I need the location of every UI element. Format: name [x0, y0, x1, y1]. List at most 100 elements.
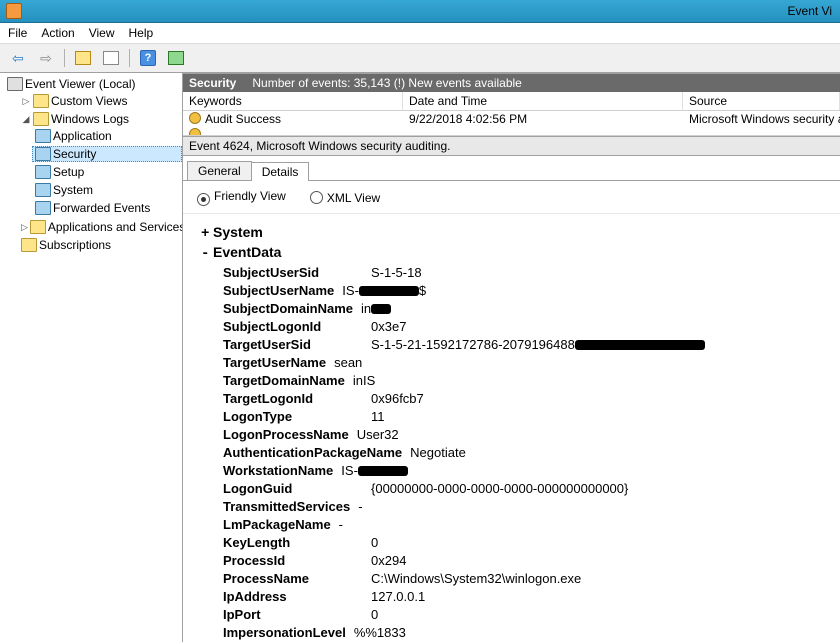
field-label: AuthenticationPackageName: [223, 444, 406, 462]
field-value: IS-: [337, 462, 408, 480]
radio-label: Friendly View: [214, 189, 286, 203]
menu-help[interactable]: Help: [129, 26, 154, 40]
panel-icon: [168, 51, 184, 65]
log-icon: [35, 147, 51, 161]
tree-label: Application: [53, 129, 112, 143]
radio-friendly-view[interactable]: Friendly View: [197, 189, 286, 204]
tree-custom-views[interactable]: ▷ Custom Views: [18, 93, 182, 109]
detail-body: +System -EventData SubjectUserSidS-1-5-1…: [183, 214, 840, 642]
redaction: [371, 304, 391, 314]
key-icon: [189, 128, 201, 135]
field-label: LogonProcessName: [223, 426, 353, 444]
toolbar: ⇦ ⇨ ?: [0, 44, 840, 73]
tab-details[interactable]: Details: [251, 162, 310, 181]
field-label: IpAddress: [223, 588, 367, 606]
field-label: SubjectUserName: [223, 282, 338, 300]
field-label: LmPackageName: [223, 516, 335, 534]
event-row[interactable]: [183, 127, 840, 136]
toolbar-button-3[interactable]: [164, 46, 188, 70]
radio-icon: [310, 191, 323, 204]
field-label: TargetUserSid: [223, 336, 367, 354]
folder-icon: [30, 220, 46, 234]
tree-subscriptions[interactable]: Subscriptions: [18, 237, 182, 253]
field-label: TargetUserName: [223, 354, 330, 372]
computer-icon: [7, 77, 23, 91]
tree-root-label: Event Viewer (Local): [25, 77, 136, 91]
tree-security[interactable]: Security: [32, 146, 182, 162]
cell-source: Microsoft Windows security audit: [683, 111, 840, 127]
expand-icon[interactable]: +: [201, 226, 213, 242]
section-label: EventData: [213, 244, 281, 260]
field-value: S-1-5-21-1592172786-2079196488: [367, 336, 705, 354]
tree-windows-logs[interactable]: ◢ Windows Logs: [18, 111, 182, 127]
detail-tabs: General Details: [183, 156, 840, 181]
col-datetime[interactable]: Date and Time: [403, 92, 683, 110]
event-list-header: Keywords Date and Time Source: [183, 92, 840, 111]
tree-application[interactable]: Application: [32, 128, 182, 144]
field-label: TargetDomainName: [223, 372, 349, 390]
detail-header: Event 4624, Microsoft Windows security a…: [183, 136, 840, 156]
cell-datetime: 9/22/2018 4:02:56 PM: [403, 111, 683, 127]
toolbar-help-button[interactable]: ?: [136, 46, 160, 70]
tree-forwarded[interactable]: Forwarded Events: [32, 200, 182, 216]
field-value: in: [357, 300, 391, 318]
field-label: WorkstationName: [223, 462, 337, 480]
field-value: 11: [367, 408, 385, 426]
field-value: inIS: [349, 372, 375, 390]
tree-system[interactable]: System: [32, 182, 182, 198]
log-icon: [35, 201, 51, 215]
page-icon: [103, 51, 119, 65]
field-label: LogonGuid: [223, 480, 367, 498]
log-icon: [35, 165, 51, 179]
radio-icon: [197, 193, 210, 206]
content-pane: Security Number of events: 35,143 (!) Ne…: [183, 73, 840, 642]
field-label: ProcessName: [223, 570, 367, 588]
help-icon: ?: [140, 50, 156, 66]
tree-app-services[interactable]: ▷ Applications and Services Lo: [18, 219, 182, 235]
toolbar-button-2[interactable]: [99, 46, 123, 70]
redaction: [359, 286, 419, 296]
tree-label: Setup: [53, 165, 84, 179]
menu-file[interactable]: File: [8, 26, 27, 40]
navigation-tree[interactable]: Event Viewer (Local) ▷ Custom Views: [0, 73, 183, 642]
field-value: -: [354, 498, 362, 516]
menu-action[interactable]: Action: [41, 26, 74, 40]
field-value: 0: [367, 606, 378, 624]
separator: [64, 49, 65, 67]
event-row[interactable]: Audit Success 9/22/2018 4:02:56 PM Micro…: [183, 111, 840, 127]
tree-root[interactable]: Event Viewer (Local): [4, 76, 182, 92]
radio-xml-view[interactable]: XML View: [310, 189, 380, 205]
tab-general[interactable]: General: [187, 161, 252, 180]
col-source[interactable]: Source: [683, 92, 840, 110]
field-value: 0x96fcb7: [367, 390, 424, 408]
field-label: LogonType: [223, 408, 367, 426]
field-value: 0x3e7: [367, 318, 406, 336]
expand-icon[interactable]: ▷: [21, 96, 31, 106]
menu-view[interactable]: View: [89, 26, 115, 40]
redaction: [358, 466, 408, 476]
log-icon: [35, 183, 51, 197]
system-node[interactable]: +System: [201, 224, 828, 242]
collapse-icon[interactable]: ◢: [21, 114, 31, 124]
tree-setup[interactable]: Setup: [32, 164, 182, 180]
section-label: System: [213, 224, 263, 240]
field-label: ProcessId: [223, 552, 367, 570]
field-value: S-1-5-18: [367, 264, 422, 282]
collapse-icon[interactable]: -: [201, 246, 213, 262]
eventdata-node[interactable]: -EventData: [201, 244, 828, 262]
field-label: SubjectDomainName: [223, 300, 357, 318]
folder-icon: [33, 112, 49, 126]
field-label: ImpersonationLevel: [223, 624, 350, 642]
tree-label: Forwarded Events: [53, 201, 150, 215]
nav-forward-button[interactable]: ⇨: [34, 46, 58, 70]
tree-label: Subscriptions: [39, 238, 111, 252]
tree-label: System: [53, 183, 93, 197]
expand-icon[interactable]: ▷: [21, 222, 28, 232]
field-value: 0: [367, 534, 378, 552]
cell-keywords: Audit Success: [205, 112, 281, 126]
col-keywords[interactable]: Keywords: [183, 92, 403, 110]
log-icon: [35, 129, 51, 143]
nav-back-button[interactable]: ⇦: [6, 46, 30, 70]
tree-label: Security: [53, 147, 96, 161]
toolbar-button-1[interactable]: [71, 46, 95, 70]
